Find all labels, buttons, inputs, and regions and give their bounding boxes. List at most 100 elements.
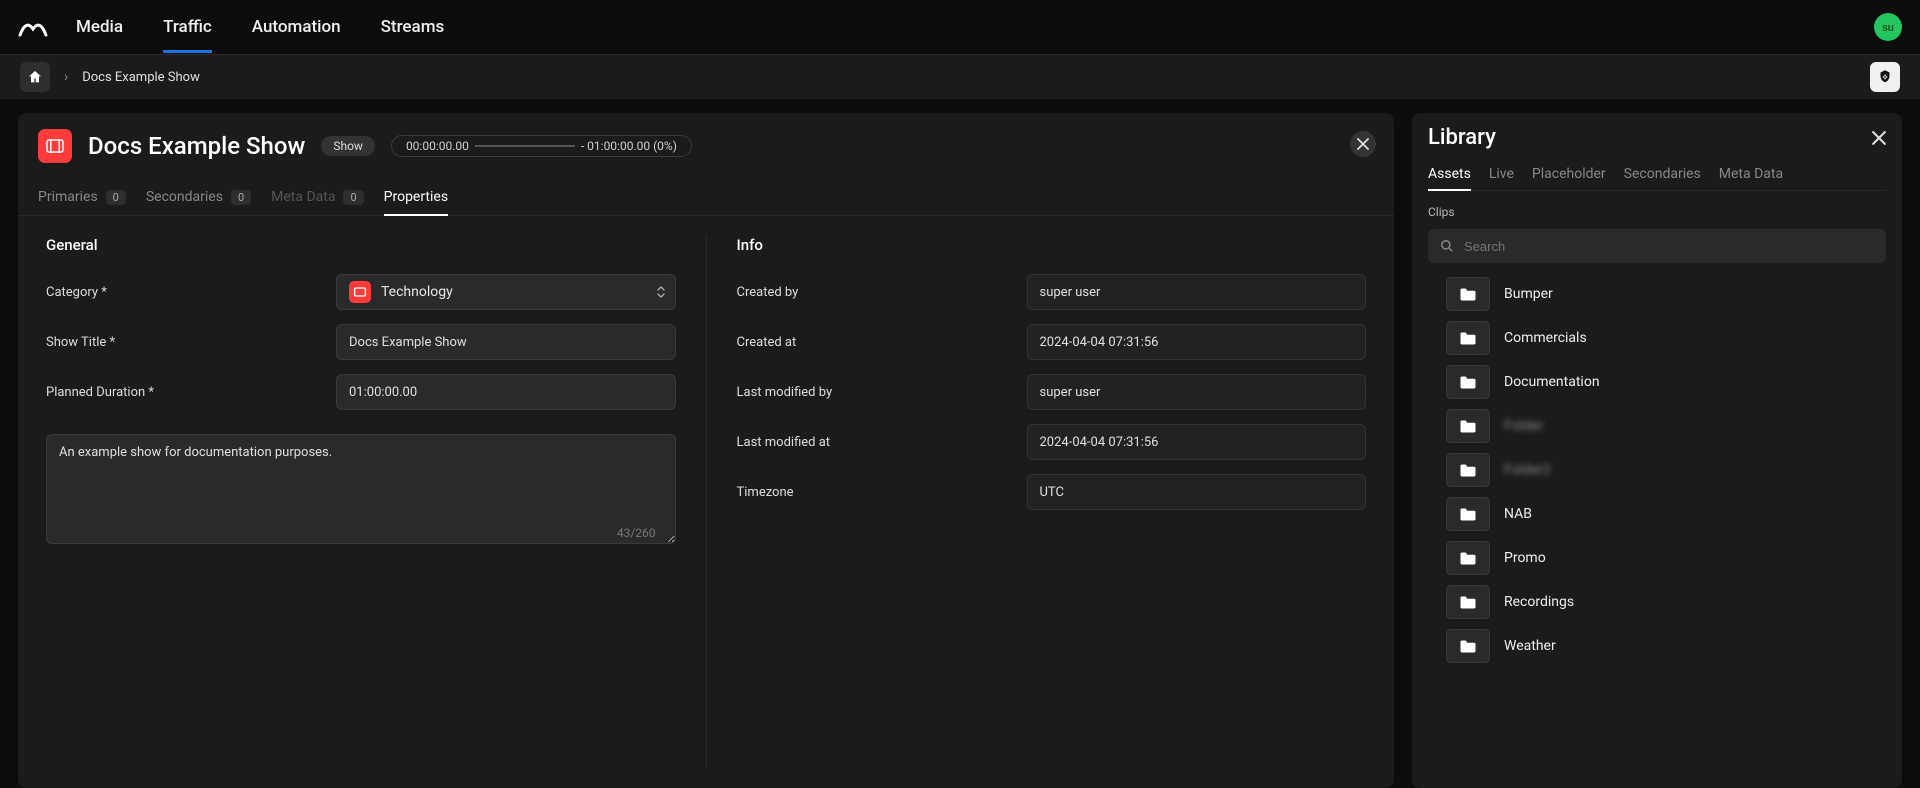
breadcrumb-current: Docs Example Show (82, 70, 200, 85)
editor-tabs: Primaries 0 Secondaries 0 Meta Data 0 Pr… (18, 171, 1394, 216)
description-char-count: 43/260 (617, 526, 656, 540)
library-section-label: Clips (1428, 205, 1886, 219)
tab-secondaries[interactable]: Secondaries 0 (146, 179, 251, 215)
created-by-label: Created by (737, 285, 1007, 300)
modified-at-value (1027, 424, 1367, 460)
library-close-button[interactable] (1872, 131, 1886, 145)
editor-panel: Docs Example Show Show 00:00:00.00 - 01:… (18, 113, 1394, 788)
category-select[interactable]: Technology (336, 274, 676, 310)
time-start: 00:00:00.00 (406, 139, 469, 153)
library-icon (1876, 68, 1894, 86)
folder-name: Weather (1504, 638, 1556, 654)
lib-tab-metadata[interactable]: Meta Data (1719, 158, 1783, 190)
nav-tab-traffic[interactable]: Traffic (163, 2, 212, 52)
tab-metadata: Meta Data 0 (271, 179, 364, 215)
description-textarea[interactable] (46, 434, 676, 544)
nav-tab-automation[interactable]: Automation (252, 2, 341, 52)
folder-item[interactable]: Commercials (1446, 321, 1886, 355)
modified-at-label: Last modified at (737, 435, 1007, 450)
folder-icon (1446, 541, 1490, 575)
editor-close-button[interactable] (1350, 131, 1376, 157)
nav-tab-media[interactable]: Media (76, 2, 123, 52)
show-title-label: Show Title * (46, 335, 316, 350)
info-column: Info Created by Created at Last modified… (707, 236, 1367, 768)
folder-icon (1446, 497, 1490, 531)
library-tabs: Assets Live Placeholder Secondaries Meta… (1428, 158, 1886, 191)
modified-by-value (1027, 374, 1367, 410)
category-value: Technology (381, 284, 453, 300)
folder-name: Commercials (1504, 330, 1587, 346)
folder-item[interactable]: NAB (1446, 497, 1886, 531)
folder-icon (1446, 629, 1490, 663)
top-nav: Media Traffic Automation Streams su (0, 0, 1920, 55)
created-by-value (1027, 274, 1367, 310)
time-end: - 01:00:00.00 (0%) (581, 139, 677, 153)
folder-icon (1446, 409, 1490, 443)
folder-icon (1446, 453, 1490, 487)
close-icon (1357, 138, 1369, 150)
folder-item[interactable]: Documentation (1446, 365, 1886, 399)
select-arrows-icon (657, 285, 665, 299)
folder-icon (1446, 585, 1490, 619)
metadata-count: 0 (343, 190, 363, 205)
created-at-value (1027, 324, 1367, 360)
secondaries-count: 0 (231, 190, 251, 205)
created-at-label: Created at (737, 335, 1007, 350)
folder-list: Bumper Commercials Documentation Folder Fold… (1428, 277, 1886, 663)
editor-type-badge: Show (321, 136, 375, 156)
folder-icon (1446, 365, 1490, 399)
modified-by-label: Last modified by (737, 385, 1007, 400)
folder-item[interactable]: Folder2 (1446, 453, 1886, 487)
general-heading: General (46, 236, 676, 254)
primaries-count: 0 (106, 190, 126, 205)
planned-duration-label: Planned Duration * (46, 385, 316, 400)
folder-name: Documentation (1504, 374, 1600, 390)
library-toggle-button[interactable] (1870, 62, 1900, 92)
library-panel: Library Assets Live Placeholder Secondar… (1412, 113, 1902, 788)
home-button[interactable] (20, 62, 50, 92)
folder-icon (1446, 321, 1490, 355)
folder-item[interactable]: Recordings (1446, 585, 1886, 619)
timeline-chip: 00:00:00.00 - 01:00:00.00 (0%) (391, 135, 692, 157)
category-label: Category * (46, 285, 316, 300)
folder-item[interactable]: Promo (1446, 541, 1886, 575)
nav-tabs: Media Traffic Automation Streams (76, 2, 444, 52)
folder-item[interactable]: Folder (1446, 409, 1886, 443)
category-select-icon (349, 281, 371, 303)
lib-tab-live[interactable]: Live (1489, 158, 1514, 190)
show-title-input[interactable] (336, 324, 676, 360)
app-logo-icon (18, 15, 48, 39)
category-icon (38, 129, 72, 163)
close-icon (1872, 131, 1886, 145)
lib-tab-placeholder[interactable]: Placeholder (1532, 158, 1606, 190)
library-search-input[interactable] (1464, 239, 1874, 254)
lib-tab-assets[interactable]: Assets (1428, 158, 1471, 190)
lib-tab-secondaries[interactable]: Secondaries (1624, 158, 1701, 190)
timezone-label: Timezone (737, 485, 1007, 500)
chevron-right-icon: › (64, 69, 68, 85)
home-icon (27, 69, 43, 85)
general-column: General Category * Technology Show (46, 236, 707, 768)
editor-title: Docs Example Show (88, 132, 305, 160)
folder-name: Folder2 (1504, 462, 1551, 478)
tab-properties[interactable]: Properties (384, 179, 448, 215)
folder-name: Recordings (1504, 594, 1574, 610)
search-icon (1440, 239, 1454, 253)
folder-name: Promo (1504, 550, 1546, 566)
library-title: Library (1428, 125, 1496, 150)
folder-item[interactable]: Bumper (1446, 277, 1886, 311)
nav-tab-streams[interactable]: Streams (381, 2, 445, 52)
breadcrumb-bar: › Docs Example Show (0, 55, 1920, 99)
timezone-value (1027, 474, 1367, 510)
folder-item[interactable]: Weather (1446, 629, 1886, 663)
folder-icon (1446, 277, 1490, 311)
folder-name: NAB (1504, 506, 1532, 522)
info-heading: Info (737, 236, 1367, 254)
tab-primaries[interactable]: Primaries 0 (38, 179, 126, 215)
folder-name: Bumper (1504, 286, 1553, 302)
folder-name: Folder (1504, 418, 1543, 434)
planned-duration-input[interactable] (336, 374, 676, 410)
user-avatar[interactable]: su (1874, 13, 1902, 41)
library-search[interactable] (1428, 229, 1886, 263)
editor-header: Docs Example Show Show 00:00:00.00 - 01:… (18, 113, 1394, 171)
